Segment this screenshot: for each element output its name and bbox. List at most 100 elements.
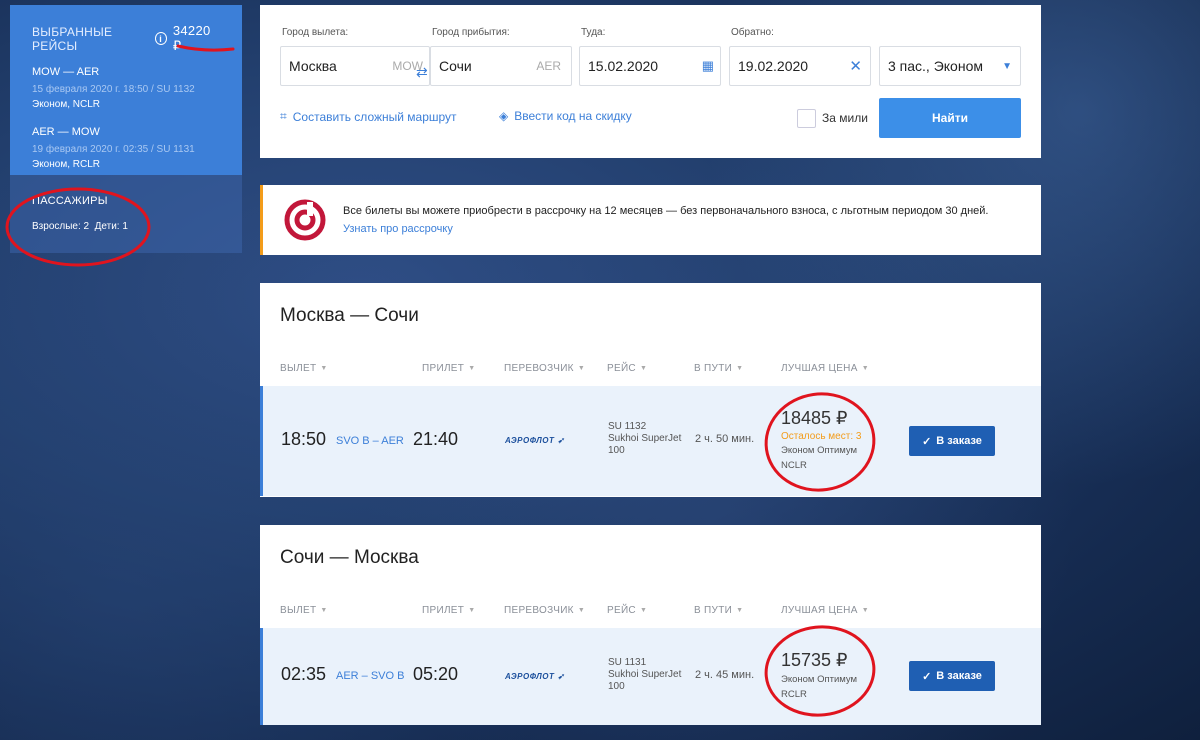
route-airports[interactable]: SVO B – AER <box>336 435 404 447</box>
depart-date-field[interactable]: 15.02.2020 ▦ <box>579 46 721 86</box>
tag-icon: ◈ <box>499 109 509 123</box>
aircraft-type: Sukhoi SuperJet 100 <box>608 669 682 692</box>
sort-caret-icon: ▼ <box>639 365 648 372</box>
passengers-info: Взрослые: 2 Дети: 1 <box>32 221 128 232</box>
col-carrier-label: ПЕРЕВОЗЧИК <box>504 363 574 374</box>
in-order-label: В заказе <box>936 670 982 682</box>
sidebar: ВЫБРАННЫЕ РЕЙСЫ i 34220 ₽ MOW — AER 15 ф… <box>10 5 242 253</box>
passengers-title: ПАССАЖИРЫ <box>32 195 108 207</box>
col-flight-label: РЕЙС <box>607 605 636 616</box>
passengers-panel: ПАССАЖИРЫ Взрослые: 2 Дети: 1 <box>10 175 242 253</box>
to-field[interactable]: Сочи AER <box>430 46 572 86</box>
column-headers: ВЫЛЕТ ▼ ПРИЛЕТ ▼ ПЕРЕВОЗЧИК ▼ РЕЙС ▼ В ПУТИ ▼… <box>260 363 1041 383</box>
col-best-price-label: ЛУЧШАЯ ЦЕНА <box>781 605 858 616</box>
col-carrier[interactable]: ПЕРЕВОЗЧИК ▼ <box>504 363 585 374</box>
col-departure[interactable]: ВЫЛЕТ ▼ <box>280 363 328 374</box>
outbound-section: Москва — Сочи ВЫЛЕТ ▼ ПРИЛЕТ ▼ ПЕРЕВОЗЧИК ▼… <box>260 283 1041 497</box>
in-order-button[interactable]: ✓ В заказе <box>909 661 995 691</box>
complex-route-link[interactable]: ⌗ Составить сложный маршрут <box>280 109 457 124</box>
sort-caret-icon: ▼ <box>468 607 476 614</box>
flight-row[interactable]: 18:50 SVO B – AER 21:40 АЭРОФЛОТ ➶ SU 113… <box>260 386 1041 496</box>
col-arrival[interactable]: ПРИЛЕТ ▼ <box>422 605 475 616</box>
from-field[interactable]: Москва MOW <box>280 46 430 86</box>
in-order-label: В заказе <box>936 435 982 447</box>
outbound-title: Москва — Сочи <box>280 305 419 326</box>
col-duration-label: В ПУТИ <box>694 363 733 374</box>
sort-caret-icon: ▼ <box>639 607 648 614</box>
sidebar-datetime-2: 19 февраля 2020 г. 02:35 / SU 1131 <box>32 144 195 155</box>
sort-caret-icon: ▼ <box>861 365 869 372</box>
flight-duration: 2 ч. 45 мин. <box>695 669 755 681</box>
installment-link[interactable]: Узнать про рассрочку <box>343 223 453 235</box>
sort-caret-icon: ▼ <box>861 607 869 614</box>
calendar-icon[interactable]: ▦ <box>702 58 714 74</box>
check-icon: ✓ <box>922 435 932 448</box>
route-airports[interactable]: AER – SVO B <box>336 670 404 682</box>
airline-name: АЭРОФЛОТ <box>505 672 555 681</box>
col-carrier[interactable]: ПЕРЕВОЗЧИК ▼ <box>504 605 585 616</box>
total-price: 34220 ₽ <box>172 23 211 53</box>
fare-code: RCLR <box>781 689 807 700</box>
depart-label: Туда: <box>581 27 606 38</box>
seats-left: Осталось мест: 3 <box>781 431 862 442</box>
sidebar-class-2: Эконом, RCLR <box>32 159 100 170</box>
col-duration[interactable]: В ПУТИ ▼ <box>694 605 743 616</box>
sort-caret-icon: ▼ <box>577 365 586 372</box>
sidebar-class-1: Эконом, NCLR <box>32 99 100 110</box>
col-flight[interactable]: РЕЙС ▼ <box>607 363 647 374</box>
in-order-button[interactable]: ✓ В заказе <box>909 426 995 456</box>
col-arrival-label: ПРИЛЕТ <box>422 605 465 616</box>
inbound-title: Сочи — Москва <box>280 547 419 568</box>
clear-icon[interactable]: ✕ <box>849 57 862 75</box>
col-duration-label: В ПУТИ <box>694 605 733 616</box>
from-value: Москва <box>289 58 337 74</box>
complex-route-label: Составить сложный маршрут <box>292 109 457 124</box>
passengers-select[interactable]: 3 пас., Эконом ▼ <box>879 46 1021 86</box>
departure-time: 18:50 <box>281 429 327 449</box>
miles-checkbox[interactable] <box>797 109 816 128</box>
sort-caret-icon: ▼ <box>736 607 744 614</box>
to-code: AER <box>536 59 561 73</box>
return-date-field[interactable]: 19.02.2020 ✕ <box>729 46 871 86</box>
flight-duration: 2 ч. 50 мин. <box>695 433 755 445</box>
search-panel: Город вылета: Москва MOW ⇄ Город прибыти… <box>260 5 1041 158</box>
flight-row[interactable]: 02:35 AER – SVO B 05:20 АЭРОФЛОТ ➶ SU 113… <box>260 628 1041 725</box>
flight-number: SU 1132 <box>608 421 647 432</box>
sidebar-route-1: MOW — AER <box>32 66 100 78</box>
swap-icon[interactable]: ⇄ <box>416 64 428 81</box>
col-duration[interactable]: В ПУТИ ▼ <box>694 363 743 374</box>
depart-value: 15.02.2020 <box>588 58 659 74</box>
to-label: Город прибытия: <box>432 27 510 38</box>
info-icon[interactable]: i <box>154 32 167 45</box>
flight-price: 15735 ₽ <box>781 650 848 670</box>
installment-banner: Все билеты вы можете приобрести в рассро… <box>260 185 1041 255</box>
col-departure-label: ВЫЛЕТ <box>280 363 317 374</box>
sort-caret-icon: ▼ <box>736 365 744 372</box>
fare-info: Эконом Оптимум RCLR <box>781 672 857 702</box>
find-button[interactable]: Найти <box>879 98 1021 138</box>
promo-code-link[interactable]: ◈ Ввести код на скидку <box>499 109 632 123</box>
return-value: 19.02.2020 <box>738 58 809 74</box>
aircraft-type: Sukhoi SuperJet 100 <box>608 433 682 456</box>
selected-flights-panel: ВЫБРАННЫЕ РЕЙСЫ i 34220 ₽ MOW — AER 15 ф… <box>10 5 242 175</box>
fare-name: Эконом Оптимум <box>781 674 858 685</box>
col-carrier-label: ПЕРЕВОЗЧИК <box>504 605 574 616</box>
col-flight[interactable]: РЕЙС ▼ <box>607 605 647 616</box>
col-departure[interactable]: ВЫЛЕТ ▼ <box>280 605 328 616</box>
col-best-price[interactable]: ЛУЧШАЯ ЦЕНА ▼ <box>781 363 869 374</box>
miles-label: За мили <box>822 111 868 125</box>
airline-wings-icon: ➶ <box>557 672 565 681</box>
flight-info: SU 1131 Sukhoi SuperJet 100 <box>608 657 690 693</box>
inbound-section: Сочи — Москва ВЫЛЕТ ▼ ПРИЛЕТ ▼ ПЕРЕВОЗЧИК ▼… <box>260 525 1041 725</box>
sort-caret-icon: ▼ <box>320 365 328 372</box>
airline-wings-icon: ➶ <box>557 436 565 445</box>
chevron-down-icon: ▼ <box>1002 60 1012 72</box>
banner-message: Все билеты вы можете приобрести в рассро… <box>343 205 989 217</box>
flight-info: SU 1132 Sukhoi SuperJet 100 <box>608 421 690 457</box>
flight-number: SU 1131 <box>608 657 647 668</box>
col-arrival[interactable]: ПРИЛЕТ ▼ <box>422 363 475 374</box>
col-best-price[interactable]: ЛУЧШАЯ ЦЕНА ▼ <box>781 605 869 616</box>
route-icon: ⌗ <box>280 109 287 123</box>
installment-logo-icon <box>284 199 326 241</box>
airline-logo: АЭРОФЛОТ ➶ <box>505 672 565 681</box>
